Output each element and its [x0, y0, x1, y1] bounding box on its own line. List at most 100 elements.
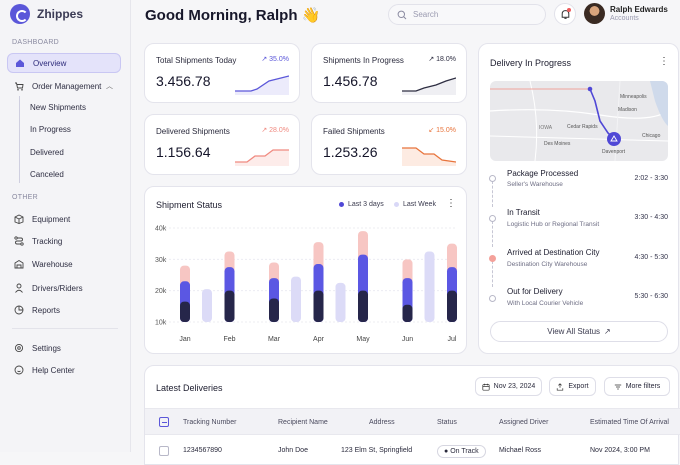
kpi-value: 1.156.64 — [156, 144, 211, 160]
bar-last-week — [202, 289, 212, 322]
notification-button[interactable] — [554, 3, 576, 25]
nav-warehouse-label: Warehouse — [32, 259, 73, 269]
kpi-card-total[interactable]: Total Shipments Today 3.456.78 ↗ 35.0% — [144, 43, 300, 103]
sidebar: Zhippes DASHBOARD Overview Order Managem… — [0, 0, 131, 452]
x-tick-label: Apr — [313, 336, 325, 343]
step-title: Package Processed — [507, 169, 579, 178]
x-tick-label: Jun — [402, 336, 413, 343]
map-label: Chicago — [642, 133, 661, 139]
section-label-dashboard: DASHBOARD — [12, 39, 60, 46]
bar-last-week — [424, 251, 435, 322]
kpi-change: ↗ 28.0% — [261, 127, 289, 134]
bar-chart: 40k 30k 20k 10k Jan Feb Mar Apr May Jun Jul — [155, 226, 457, 343]
search-input[interactable]: Search — [388, 4, 546, 25]
bar-segment-dark — [224, 290, 235, 322]
step-subtitle: With Local Courier Vehicle — [507, 300, 584, 307]
search-placeholder: Search — [413, 10, 439, 19]
warehouse-icon — [14, 259, 24, 269]
route-icon — [14, 236, 24, 246]
sparkline — [402, 77, 456, 95]
filter-icon — [614, 384, 621, 389]
latest-deliveries-card: Latest Deliveries Nov 23, 2024 Export Mo… — [144, 365, 680, 465]
sparkline — [235, 75, 289, 95]
cart-icon — [15, 82, 24, 91]
nav-equipment-label: Equipment — [32, 214, 71, 224]
nav-tracking[interactable]: Tracking — [7, 231, 121, 251]
chart-title: Shipment Status — [156, 200, 223, 210]
column-header[interactable]: Tracking Number — [183, 419, 236, 426]
cell-recipient: John Doe — [278, 447, 308, 454]
timeline-dot-active — [489, 255, 496, 262]
export-button[interactable]: Export — [549, 377, 596, 396]
more-filters-button[interactable]: More filters — [604, 377, 670, 396]
nav-canceled[interactable]: Canceled — [30, 170, 64, 179]
avatar[interactable] — [584, 3, 605, 24]
step-time: 3:30 - 4:30 — [634, 214, 668, 221]
row-checkbox[interactable] — [159, 446, 169, 456]
column-header[interactable]: Status — [437, 419, 457, 426]
x-tick-label: Jan — [179, 336, 190, 343]
y-tick-label: 40k — [155, 226, 167, 233]
timeline-dot — [489, 175, 496, 182]
page-title: Good Morning, Ralph 👋 — [145, 7, 321, 24]
bar-segment-dark — [269, 298, 279, 322]
column-header[interactable]: Recipient Name — [278, 419, 328, 426]
kpi-title: Failed Shipments — [323, 127, 385, 136]
step-time: 4:30 - 5:30 — [634, 254, 668, 261]
user-role: Accounts — [610, 15, 639, 22]
bar-last-week — [291, 276, 301, 322]
submenu-line — [19, 96, 20, 183]
nav-drivers-riders[interactable]: Drivers/Riders — [7, 278, 121, 298]
nav-order-management[interactable]: Order Management ︿ — [7, 76, 121, 96]
nav-in-progress[interactable]: In Progress — [30, 125, 71, 134]
column-header[interactable]: Estimated Time Of Arrival — [590, 419, 669, 426]
view-all-status-button[interactable]: View All Status ↗ — [490, 321, 668, 342]
nav-warehouse[interactable]: Warehouse — [7, 254, 121, 274]
nav-help-center[interactable]: Help Center — [7, 360, 121, 380]
bar-segment-dark — [447, 290, 457, 322]
legend-last-week[interactable]: Last Week — [394, 201, 436, 208]
nav-overview[interactable]: Overview — [7, 53, 121, 73]
cell-eta: Nov 2024, 3:00 PM — [590, 447, 650, 454]
map-label: Des Moines — [544, 141, 571, 147]
column-header[interactable]: Address — [369, 419, 395, 426]
bar-segment-dark — [402, 304, 413, 322]
select-all-checkbox[interactable] — [159, 417, 169, 427]
nav-equipment[interactable]: Equipment — [7, 209, 121, 229]
table-header: Tracking Number Recipient Name Address S… — [145, 408, 680, 435]
nav-new-shipments[interactable]: New Shipments — [30, 103, 86, 112]
date-label: Nov 23, 2024 — [493, 383, 536, 390]
nav-reports[interactable]: Reports — [7, 300, 121, 320]
kpi-value: 1.456.78 — [323, 73, 378, 89]
timeline-dot — [489, 295, 496, 302]
kpi-change: ↗ 18.0% — [428, 56, 456, 63]
kpi-card-in-progress[interactable]: Shipments In Progress 1.456.78 ↗ 18.0% — [311, 43, 467, 103]
nav-settings-label: Settings — [32, 343, 61, 353]
more-icon[interactable]: ⋮ — [446, 198, 456, 209]
calendar-icon — [482, 383, 490, 391]
more-icon[interactable]: ⋮ — [659, 56, 669, 67]
arrow-up-right-icon: ↗ — [604, 327, 611, 336]
nav-tracking-label: Tracking — [32, 236, 63, 246]
step-subtitle: Destination City Warehouse — [507, 261, 588, 268]
y-tick-label: 10k — [155, 320, 167, 327]
column-header[interactable]: Assigned Driver — [499, 419, 548, 426]
export-icon — [557, 382, 564, 391]
legend-last-3-days[interactable]: Last 3 days — [339, 201, 384, 208]
bar-segment-dark — [313, 290, 324, 322]
map[interactable]: Minneapolis Madison Cedar Rapids IOWA De… — [490, 81, 668, 161]
map-label: Madison — [618, 107, 637, 113]
date-picker-button[interactable]: Nov 23, 2024 — [475, 377, 542, 396]
divider — [12, 328, 118, 329]
nav-delivered[interactable]: Delivered — [30, 148, 64, 157]
y-tick-label: 30k — [155, 257, 167, 264]
map-label: Davenport — [602, 149, 626, 155]
nav-settings[interactable]: Settings — [7, 338, 121, 358]
kpi-card-failed[interactable]: Failed Shipments 1.253.26 ↙ 15.0% — [311, 114, 467, 175]
step-subtitle: Seller's Warehouse — [507, 181, 563, 188]
logo[interactable]: Zhippes — [10, 4, 83, 24]
user-icon — [15, 283, 23, 293]
timeline-line — [492, 181, 493, 207]
kpi-card-delivered[interactable]: Delivered Shipments 1.156.64 ↗ 28.0% — [144, 114, 300, 175]
map-label: IOWA — [539, 125, 553, 131]
